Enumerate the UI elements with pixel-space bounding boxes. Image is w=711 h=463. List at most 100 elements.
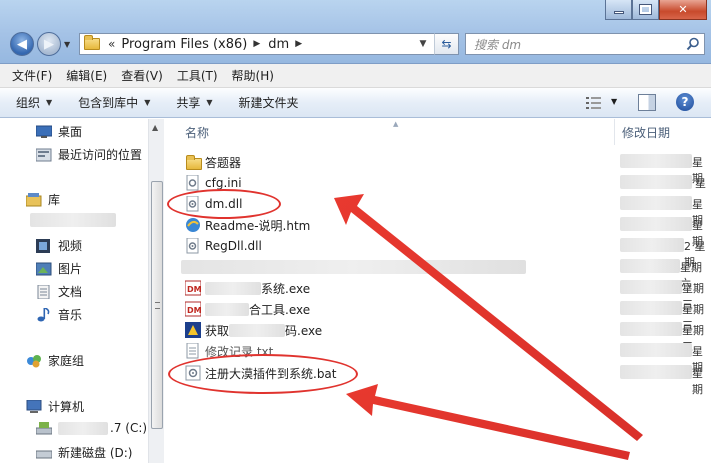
menu-tools[interactable]: 工具(T) [177,67,218,84]
chevron-down-icon: ▼ [144,98,151,107]
address-bar[interactable]: « Program Files (x86) ▶ dm ▶ ▼ [79,33,459,55]
text-file-icon [186,343,199,359]
nav-item-desktop[interactable]: 桌面 [36,123,82,140]
nav-item-recent-places[interactable]: 最近访问的位置 [36,146,142,163]
help-icon[interactable]: ? [676,93,694,111]
back-button[interactable]: ◀ [10,32,34,56]
minimize-icon [613,11,624,14]
desktop-icon [36,125,52,138]
recent-pages-dropdown[interactable]: ▼ [64,40,70,49]
settings-file-icon [186,175,199,191]
nav-item-pictures[interactable]: 图片 [36,260,82,277]
chevron-down-icon: ▼ [46,98,53,107]
list-item[interactable]: Readme-说明.htm [185,216,310,234]
file-name: 获取 [205,323,230,338]
nav-item-homegroup[interactable]: 家庭组 [26,352,84,369]
close-button[interactable]: ✕ [659,0,707,20]
dm-exe-icon: DM [185,301,201,317]
documents-icon [37,284,50,299]
sort-indicator-icon: ▲ [393,120,399,128]
new-folder-button[interactable]: 新建文件夹 [239,94,299,111]
nav-item-music[interactable]: 音乐 [36,306,82,323]
refresh-icon: ⇆ [441,37,452,51]
forward-button[interactable]: ▶ [37,32,61,56]
file-name: 系统.exe [261,281,311,296]
video-icon [36,238,50,253]
file-name: cfg.ini [205,176,242,190]
menu-bar: 文件(F) 编辑(E) 查看(V) 工具(T) 帮助(H) [0,64,711,88]
dll-file-icon [186,238,199,254]
recent-places-icon [36,148,52,161]
refresh-button[interactable]: ⇆ [434,33,459,55]
nav-label: 视频 [58,239,83,253]
nav-item-libraries[interactable]: 库 [26,191,60,208]
list-item[interactable]: DM 合工具.exe [185,300,310,318]
file-name: 合工具.exe [249,302,311,317]
breadcrumb-arrow-icon[interactable]: ▶ [295,39,302,49]
blurred-region [620,154,692,168]
search-icon[interactable] [686,37,700,51]
scroll-up-icon[interactable]: ▲ [152,123,158,132]
pictures-icon [36,262,52,275]
nav-label: .7 (C:) [110,421,148,435]
annotation-arrows [334,194,643,460]
nav-item-blurred[interactable] [30,213,116,227]
nav-item-documents[interactable]: 文档 [36,283,82,300]
menu-edit[interactable]: 编辑(E) [66,67,107,84]
nav-label: 文档 [58,285,83,299]
nav-item-videos[interactable]: 视频 [36,237,82,254]
html-file-icon [186,218,200,232]
share-button[interactable]: 共享 ▼ [176,94,212,111]
arrow-left-icon: ◀ [17,36,27,52]
list-item[interactable]: 答题器 [185,153,241,171]
include-in-library-button[interactable]: 包含到库中 ▼ [78,94,150,111]
drive-icon [36,422,52,435]
breadcrumb-program-files[interactable]: Program Files (x86) [121,37,247,52]
view-options-dropdown[interactable]: ▼ [611,97,617,106]
blurred-region [205,302,249,316]
blurred-region [30,213,116,227]
chevron-down-icon: ▼ [206,98,213,107]
search-input[interactable]: 搜索 dm [465,33,705,55]
file-name: 码.exe [285,323,323,338]
nav-label: 库 [48,193,61,207]
address-history-dropdown[interactable]: ▼ [414,34,432,54]
list-item[interactable]: DM 系统.exe [185,279,310,297]
nav-label: 计算机 [48,400,85,414]
column-header-name[interactable]: 名称 [185,124,209,141]
address-overflow-chevron[interactable]: « [108,37,115,51]
minimize-button[interactable] [605,0,632,20]
menu-view[interactable]: 查看(V) [121,67,163,84]
preview-pane-icon[interactable] [638,94,656,111]
file-name: RegDll.dll [205,239,262,253]
column-divider[interactable] [614,119,615,145]
share-label: 共享 [176,96,201,110]
organize-label: 组织 [16,96,41,110]
menu-help[interactable]: 帮助(H) [232,67,274,84]
maximize-button[interactable] [632,0,659,20]
menu-file[interactable]: 文件(F) [12,67,52,84]
scroll-thumb[interactable] [151,181,163,429]
nav-item-computer[interactable]: 计算机 [26,398,84,415]
breadcrumb-dm[interactable]: dm [268,37,289,52]
dm-exe-icon: DM [185,280,201,296]
music-icon [37,307,50,321]
nav-item-drive-c[interactable]: .7 (C:) [36,421,147,435]
close-icon: ✕ [678,3,688,16]
grip-icon [155,302,160,309]
nav-label: 桌面 [58,125,83,139]
nav-item-drive-d[interactable]: 新建磁盘 (D:) [36,444,132,461]
blurred-region [58,421,108,435]
nav-scrollbar[interactable]: ▲ [148,119,164,463]
folder-icon [185,154,202,170]
column-header-modified[interactable]: 修改日期 [622,124,670,141]
change-view-icon[interactable] [586,96,602,110]
list-item[interactable]: RegDll.dll [185,237,262,255]
nav-label: 新建磁盘 (D:) [58,446,133,460]
svg-text:DM: DM [187,285,201,294]
breadcrumb-arrow-icon[interactable]: ▶ [253,39,260,49]
list-item[interactable]: 获取 码.exe [185,321,322,339]
window-controls: ✕ [605,0,707,20]
organize-button[interactable]: 组织 ▼ [16,94,52,111]
blurred-region [229,323,286,337]
